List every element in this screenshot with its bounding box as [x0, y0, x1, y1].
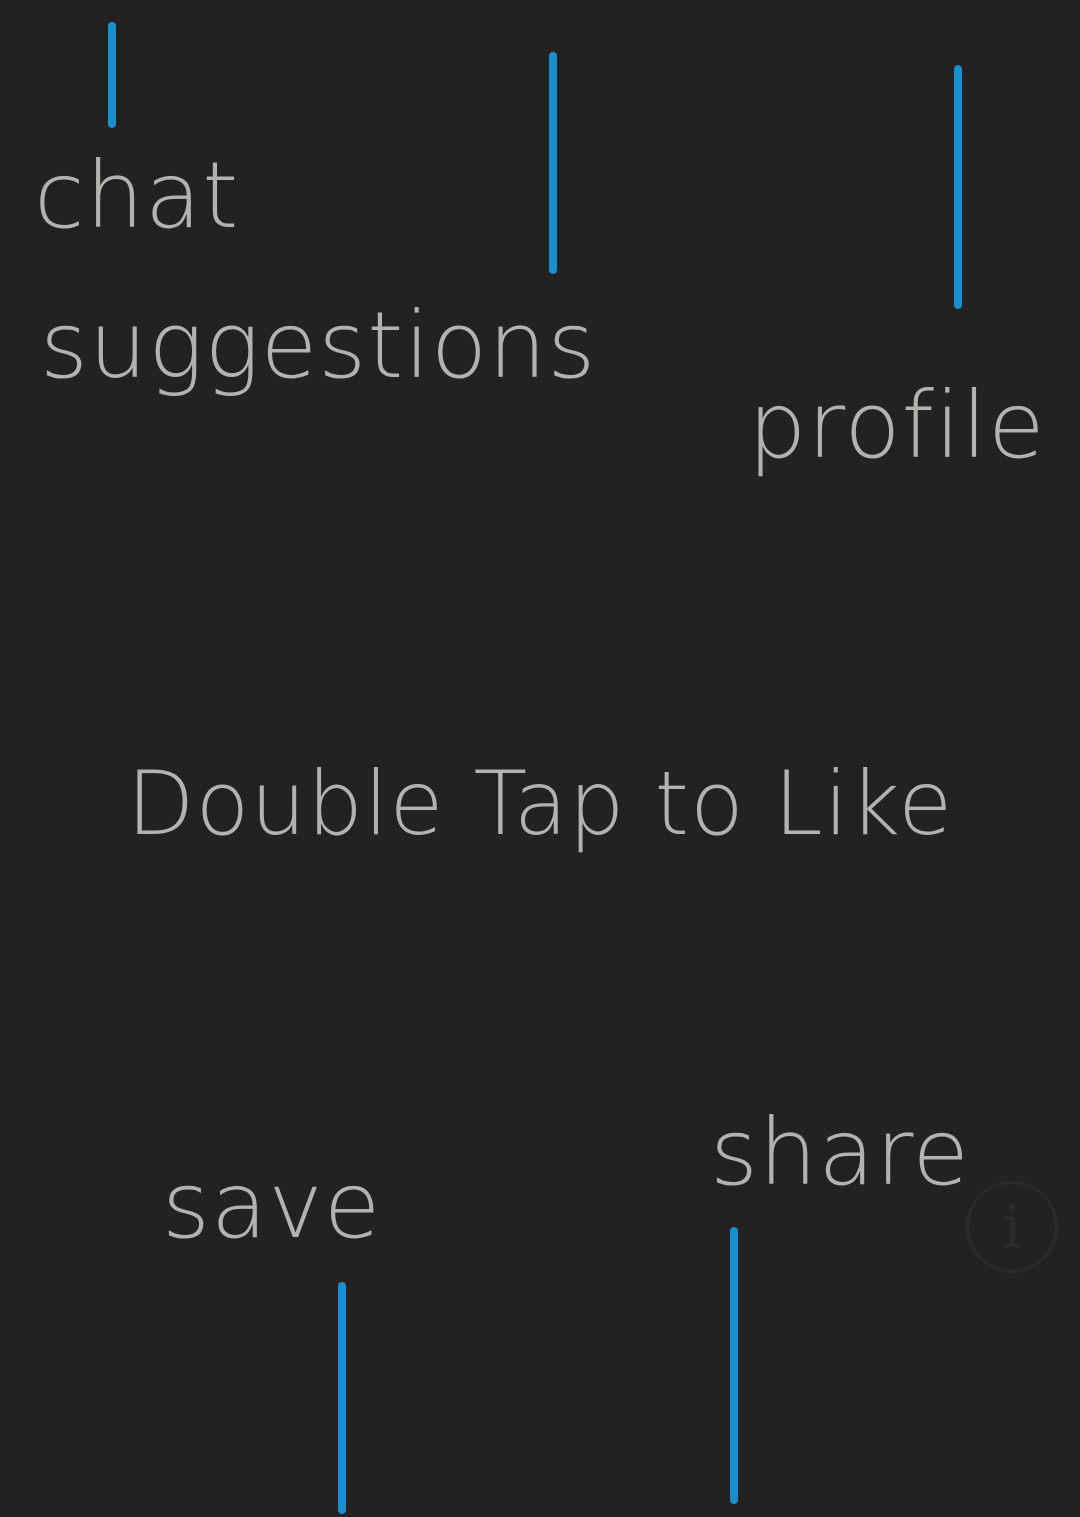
double-tap-hint: Double Tap to Like	[126, 752, 954, 855]
save-label[interactable]: save	[162, 1160, 381, 1252]
save-guide-line	[338, 1282, 346, 1514]
profile-label[interactable]: profile	[748, 380, 1046, 472]
share-guide-line	[730, 1227, 738, 1504]
suggestions-guide-line	[549, 52, 557, 274]
info-icon[interactable]: i	[966, 1181, 1058, 1273]
profile-guide-line	[954, 65, 962, 309]
chat-guide-line	[108, 22, 116, 128]
chat-label[interactable]: chat	[34, 150, 239, 242]
share-label[interactable]: share	[710, 1107, 970, 1199]
suggestions-label[interactable]: suggestions	[40, 300, 596, 392]
